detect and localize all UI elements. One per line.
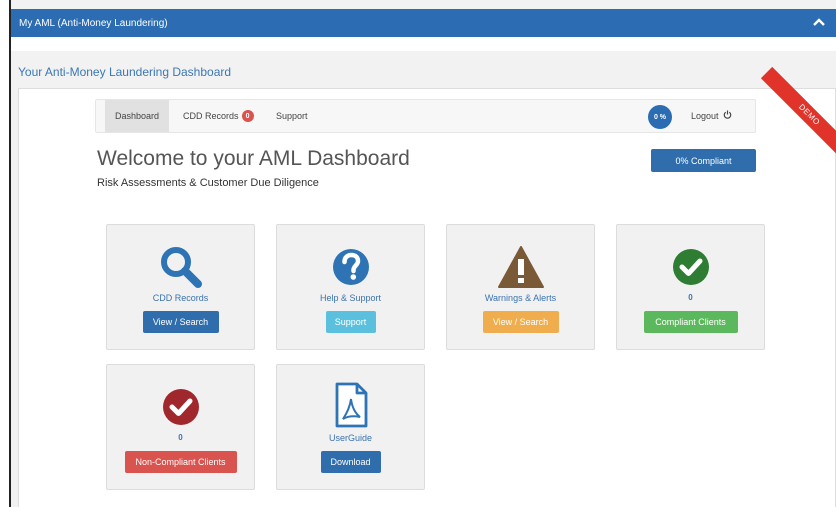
cdd-count-badge: 0 bbox=[241, 110, 254, 122]
tile-label: Warnings & Alerts bbox=[484, 293, 557, 303]
support-button[interactable]: Support bbox=[325, 311, 376, 333]
download-button[interactable]: Download bbox=[320, 451, 381, 473]
dashboard-navbar: Dashboard CDD Records 0 Support 0 % Logo… bbox=[95, 99, 756, 133]
warnings-view-search-button[interactable]: View / Search bbox=[482, 311, 559, 333]
nav-support[interactable]: Support bbox=[266, 100, 318, 132]
logout-label: Logout bbox=[691, 111, 719, 121]
cdd-view-search-button[interactable]: View / Search bbox=[142, 311, 219, 333]
tile-label: UserGuide bbox=[328, 433, 373, 443]
logout-link[interactable]: Logout bbox=[681, 100, 742, 132]
check-circle-red-icon bbox=[107, 385, 254, 429]
nav-dashboard[interactable]: Dashboard bbox=[105, 100, 170, 132]
non-compliant-clients-button[interactable]: Non-Compliant Clients bbox=[124, 451, 237, 473]
tile-help-support: Help & Support Support bbox=[276, 224, 425, 350]
chevron-up-icon[interactable] bbox=[812, 15, 826, 29]
app-frame: My AML (Anti-Money Laundering) Your Anti… bbox=[9, 0, 836, 507]
panel-title: My AML (Anti-Money Laundering) bbox=[19, 17, 168, 29]
pdf-file-icon bbox=[277, 381, 424, 428]
compliant-clients-button[interactable]: Compliant Clients bbox=[643, 311, 738, 333]
welcome-subtitle: Risk Assessments & Customer Due Diligenc… bbox=[97, 177, 319, 189]
tile-non-compliant-clients: 0 Non-Compliant Clients bbox=[106, 364, 255, 490]
demo-ribbon: DEMO bbox=[760, 66, 836, 164]
welcome-heading: Welcome to your AML Dashboard bbox=[97, 147, 410, 170]
tile-compliant-clients: 0 Compliant Clients bbox=[616, 224, 765, 350]
search-icon bbox=[107, 245, 254, 289]
nav-support-label: Support bbox=[276, 111, 308, 121]
nav-cdd-records[interactable]: CDD Records 0 bbox=[173, 100, 264, 132]
subheader-strip bbox=[11, 37, 836, 51]
page-title: Your Anti-Money Laundering Dashboard bbox=[18, 65, 232, 79]
dashboard-panel: Dashboard CDD Records 0 Support 0 % Logo… bbox=[18, 66, 836, 507]
compliance-button[interactable]: 0% Compliant bbox=[651, 149, 756, 172]
question-circle-icon bbox=[277, 245, 424, 289]
check-circle-icon bbox=[617, 245, 764, 289]
tile-label: Help & Support bbox=[319, 293, 382, 303]
non-compliant-count: 0 bbox=[178, 433, 183, 442]
panel-header: My AML (Anti-Money Laundering) bbox=[11, 9, 836, 37]
tile-cdd-records: CDD Records View / Search bbox=[106, 224, 255, 350]
tile-label: CDD Records bbox=[152, 293, 209, 303]
compliance-percent-badge: 0 % bbox=[648, 105, 672, 129]
nav-dashboard-label: Dashboard bbox=[115, 111, 160, 121]
nav-cdd-records-label: CDD Records bbox=[183, 111, 239, 121]
tile-user-guide: UserGuide Download bbox=[276, 364, 425, 490]
warning-triangle-icon bbox=[447, 245, 594, 289]
power-icon bbox=[723, 110, 732, 122]
compliant-count: 0 bbox=[688, 293, 693, 302]
tile-warnings-alerts: Warnings & Alerts View / Search bbox=[446, 224, 595, 350]
